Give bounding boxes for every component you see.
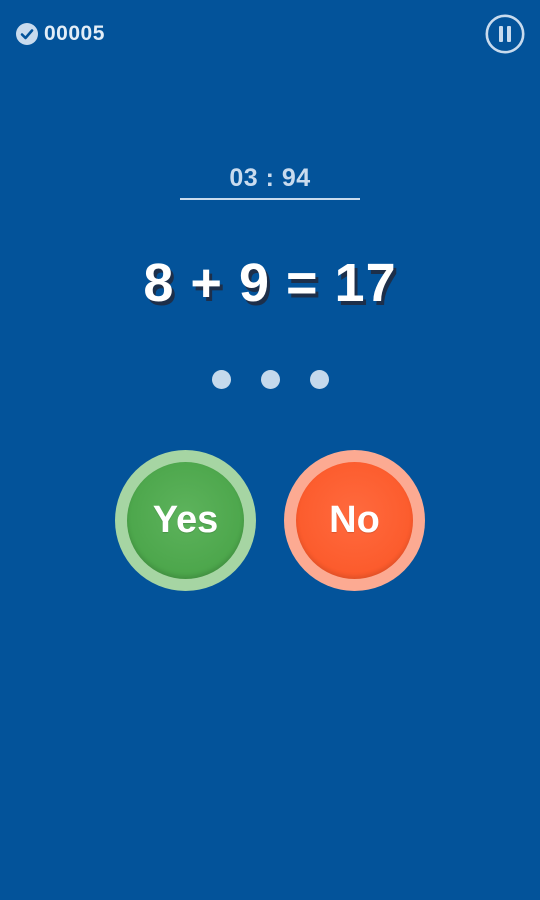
yes-button-label: Yes (127, 462, 244, 579)
progress-dots (0, 370, 540, 390)
progress-dot (309, 370, 329, 389)
progress-dot (260, 370, 280, 389)
no-button-label: No (296, 462, 413, 579)
equation-text: 8 + 9 = 17 (143, 253, 397, 313)
timer-underline (180, 198, 360, 200)
timer-text: 03 : 94 (229, 164, 311, 192)
pause-button[interactable] (485, 14, 525, 54)
pause-icon (485, 14, 525, 54)
yes-button[interactable]: Yes (115, 450, 256, 591)
no-button[interactable]: No (284, 450, 425, 591)
progress-dot (211, 370, 231, 389)
score-value: 00005 (44, 22, 105, 45)
game-screen: 00005 03 : 94 8 + 9 = 17 Yes No (0, 0, 540, 900)
score-display: 00005 (16, 21, 105, 47)
check-circle-icon (16, 23, 38, 45)
